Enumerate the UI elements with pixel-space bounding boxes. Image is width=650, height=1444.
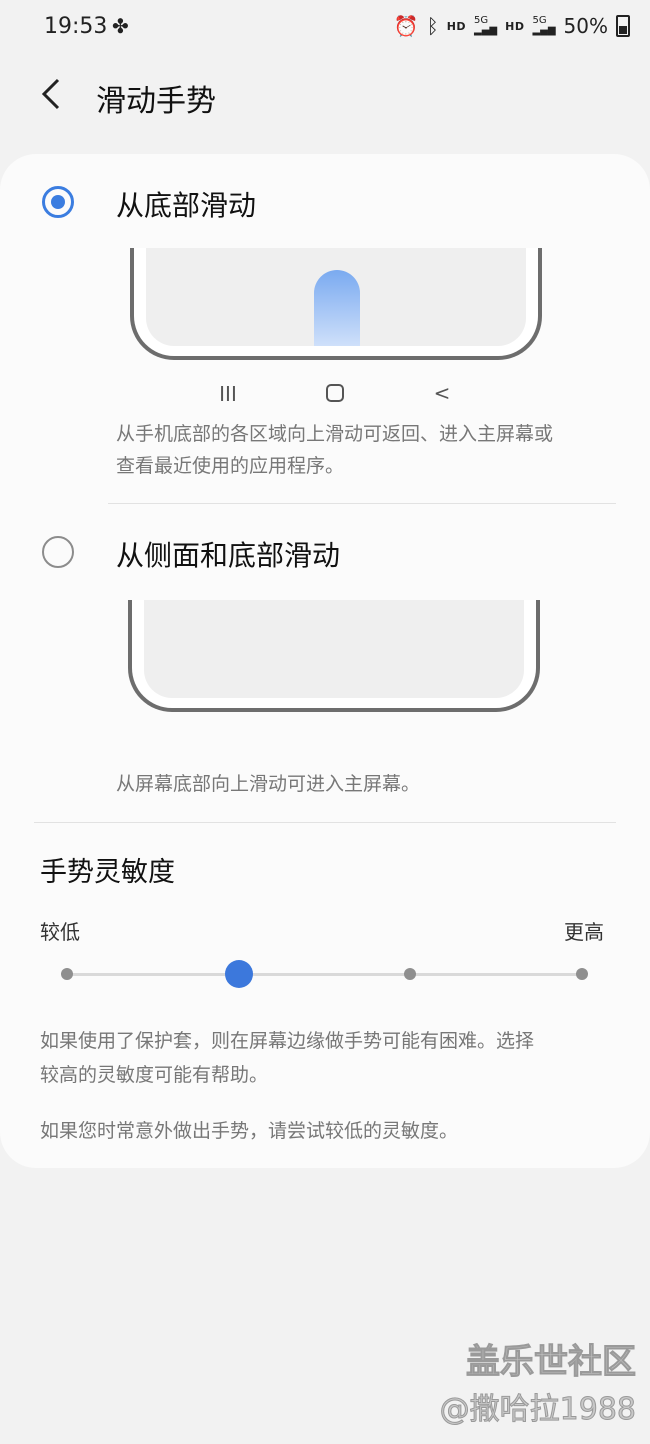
bluetooth-icon: ᛒ: [426, 14, 439, 38]
slider-low-label: 较低: [40, 920, 80, 944]
nav-home-icon: [326, 384, 344, 402]
hd-icon: HD: [446, 19, 467, 33]
description-line: 查看最近使用的应用程序。: [116, 455, 345, 477]
divider: [108, 503, 616, 504]
hd-icon-2: HD: [505, 19, 525, 33]
swipe-indicator: [314, 270, 360, 346]
option-description-swipe-side: 从屏幕底部向上滑动可进入主屏幕。: [116, 773, 421, 795]
battery-icon: [616, 15, 630, 37]
5g-signal-icon: 5G ▂▄▆: [474, 15, 498, 36]
sensitivity-slider-stop[interactable]: [61, 968, 73, 980]
phone-screen: [144, 600, 524, 698]
option-label-swipe-bottom[interactable]: 从底部滑动: [116, 184, 256, 224]
divider: [34, 822, 616, 823]
page-title: 滑动手势: [96, 84, 216, 119]
option-description-swipe-bottom: 从手机底部的各区域向上滑动可返回、进入主屏幕或 查看最近使用的应用程序。: [116, 418, 616, 482]
option-label-swipe-side-bottom[interactable]: 从侧面和底部滑动: [116, 534, 340, 574]
fan-icon: ✤: [112, 14, 129, 38]
phone-illustration-bottom: [130, 248, 542, 360]
status-time: 19:53: [44, 14, 108, 39]
nav-back-icon: <: [433, 381, 451, 405]
sensitivity-slider-track[interactable]: [66, 973, 584, 976]
5g-signal-icon-2: 5G ▂▄▆: [532, 15, 556, 36]
chevron-left-icon: [41, 78, 60, 110]
alarm-icon: ⏰: [393, 14, 419, 38]
battery-percent: 50%: [563, 14, 608, 38]
watermark-community: 盖乐世社区: [466, 1342, 637, 1383]
slider-high-label: 更高: [564, 920, 604, 944]
radio-swipe-bottom[interactable]: [42, 186, 74, 218]
nav-recents-icon: III: [219, 382, 237, 406]
radio-swipe-side-bottom[interactable]: [42, 536, 74, 568]
note-accidental-hint: 如果您时常意外做出手势，请尝试较低的灵敏度。: [40, 1120, 459, 1142]
sensitivity-slider-stop[interactable]: [576, 968, 588, 980]
section-title-sensitivity: 手势灵敏度: [40, 857, 175, 888]
note-cover-hint: 如果使用了保护套，则在屏幕边缘做手势可能有困难。选择 较高的灵敏度可能有帮助。: [40, 1024, 620, 1092]
note-line: 较高的灵敏度可能有帮助。: [40, 1064, 269, 1086]
back-button[interactable]: [36, 74, 76, 114]
sensitivity-slider-thumb[interactable]: [224, 960, 253, 988]
status-icons: ⏰ ᛒ HD 5G ▂▄▆ HD 5G ▂▄▆ 50%: [394, 14, 630, 38]
note-line: 如果使用了保护套，则在屏幕边缘做手势可能有困难。选择: [40, 1030, 535, 1052]
description-line: 从手机底部的各区域向上滑动可返回、进入主屏幕或: [116, 423, 554, 445]
status-bar: 19:53 ✤ ⏰ ᛒ HD 5G ▂▄▆ HD 5G ▂▄▆ 50%: [0, 0, 650, 56]
phone-illustration-side: [128, 600, 540, 712]
watermark-author: @撒哈拉1988: [439, 1392, 636, 1428]
